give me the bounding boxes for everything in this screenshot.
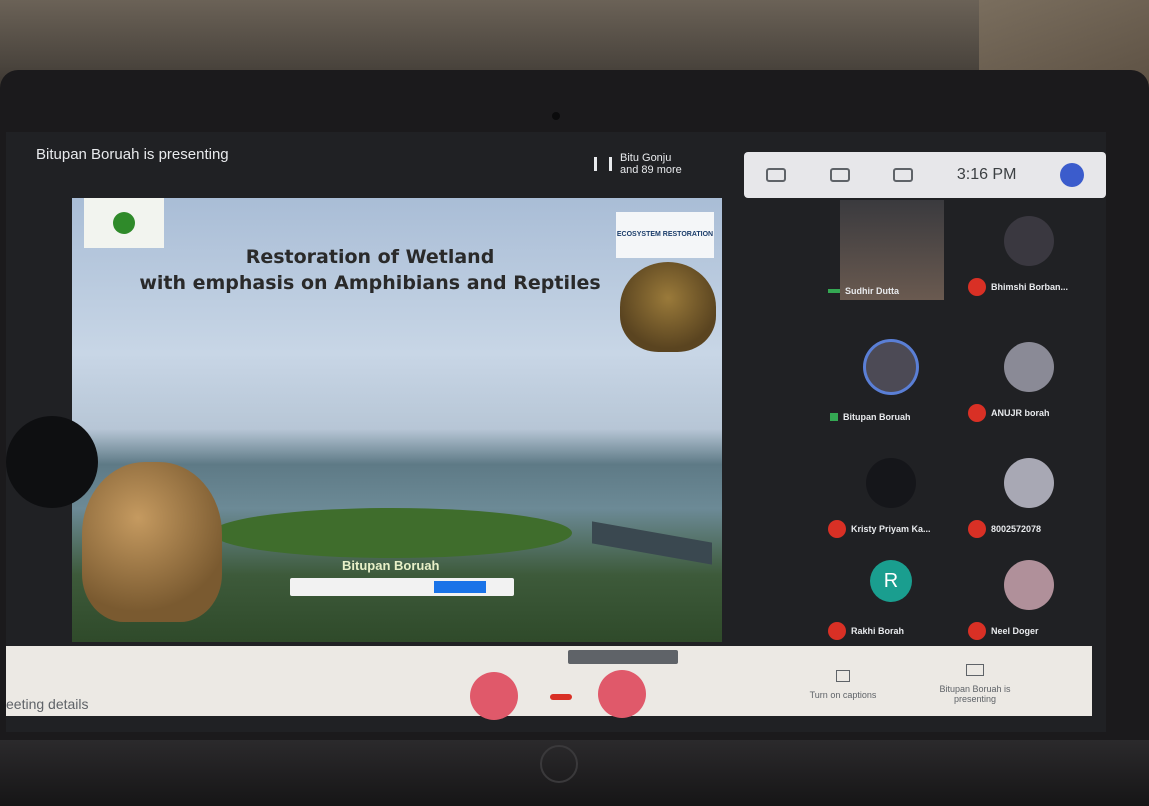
participant-avatar — [1004, 560, 1054, 610]
camera-toggle-button[interactable] — [598, 670, 646, 718]
meet-screen: Bitupan Boruah is presenting Bitu Gonju … — [6, 132, 1106, 732]
participant-tile[interactable]: 8002572078 — [962, 442, 1097, 542]
participant-tile[interactable]: Sudhir Dutta — [824, 200, 959, 300]
participant-avatar — [1004, 216, 1054, 266]
participant-video — [840, 200, 944, 300]
speaking-icon — [828, 289, 840, 293]
slide-title: Restoration of Wetland with emphasis on … — [120, 244, 620, 296]
sharing-overlay-bar[interactable] — [290, 578, 514, 596]
viewers-line2: and 89 more — [620, 164, 682, 176]
laptop-logo — [540, 745, 578, 783]
participant-name-row: 8002572078 — [968, 520, 1041, 538]
chat-icon[interactable] — [829, 168, 850, 182]
mic-off-icon — [828, 622, 846, 640]
side-overlay-circle — [6, 416, 98, 508]
participant-name-row: Bitupan Boruah — [830, 412, 911, 422]
top-toolbar: 3:16 PM — [744, 152, 1106, 198]
mic-off-icon — [828, 520, 846, 538]
participant-avatar: R — [870, 560, 912, 602]
viewers-line1: Bitu Gonju — [620, 152, 672, 164]
overlay-button[interactable] — [434, 581, 486, 593]
participant-name-row: Neel Doger — [968, 622, 1039, 640]
present-screen-icon — [594, 157, 612, 171]
turtle-image — [620, 262, 716, 352]
participant-avatar — [1004, 342, 1054, 392]
participant-name-row: Bhimshi Borban... — [968, 278, 1068, 296]
participant-name-row: Sudhir Dutta — [828, 286, 899, 296]
lily-pads — [212, 508, 572, 558]
leaf-logo-icon — [113, 212, 135, 234]
presenting-button[interactable]: Bitupan Boruah is presenting — [920, 664, 1030, 704]
participant-tile[interactable]: Bitupan Boruah — [824, 326, 959, 426]
captions-icon — [836, 670, 850, 682]
layout-icon[interactable] — [765, 168, 786, 182]
speaking-icon — [830, 413, 838, 421]
webcam — [552, 112, 560, 120]
participant-name-row: ANUJR borah — [968, 404, 1050, 422]
participant-tile[interactable]: ANUJR borah — [962, 326, 1097, 426]
bottom-control-bar: eeting details Turn on captions Bitupan … — [6, 646, 1092, 720]
slide-author: Bitupan Boruah — [342, 558, 440, 573]
end-call-icon[interactable] — [550, 694, 572, 700]
presentation-slide: ECOSYSTEM RESTORATION Restoration of Wet… — [72, 198, 722, 642]
mic-off-icon — [968, 278, 986, 296]
mic-toggle-button[interactable] — [470, 672, 518, 720]
slide-title-line1: Restoration of Wetland — [245, 246, 495, 268]
frog-image — [82, 462, 222, 622]
slide-title-line2: with emphasis on Amphibians and Reptiles — [139, 272, 601, 294]
participant-tile[interactable]: Neel Doger — [962, 544, 1097, 644]
participant-tile[interactable]: R Rakhi Borah — [824, 544, 959, 644]
participant-avatar — [866, 342, 916, 392]
meeting-details-link[interactable]: eeting details — [6, 696, 89, 712]
org-logo-left — [84, 198, 164, 248]
clock: 3:16 PM — [956, 166, 1017, 183]
participant-name-row: Kristy Priyam Ka... — [828, 520, 931, 538]
participant-name-row: Rakhi Borah — [828, 622, 904, 640]
captions-button[interactable]: Turn on captions — [788, 670, 898, 700]
participant-avatar — [866, 458, 916, 508]
mic-off-icon — [968, 520, 986, 538]
account-avatar[interactable] — [1060, 163, 1085, 187]
tooltip — [568, 650, 678, 664]
decade-logo-right: ECOSYSTEM RESTORATION — [616, 212, 714, 258]
boat-image — [592, 521, 712, 565]
presenting-label: Bitupan Boruah is presenting — [36, 146, 229, 163]
mic-off-icon — [968, 404, 986, 422]
people-icon[interactable] — [893, 168, 914, 182]
mic-off-icon — [968, 622, 986, 640]
viewers-indicator[interactable]: Bitu Gonju and 89 more — [594, 152, 682, 176]
participant-avatar — [1004, 458, 1054, 508]
participant-tile[interactable]: Bhimshi Borban... — [962, 200, 1097, 300]
present-icon — [966, 664, 984, 676]
participant-tile[interactable]: Kristy Priyam Ka... — [824, 442, 959, 542]
